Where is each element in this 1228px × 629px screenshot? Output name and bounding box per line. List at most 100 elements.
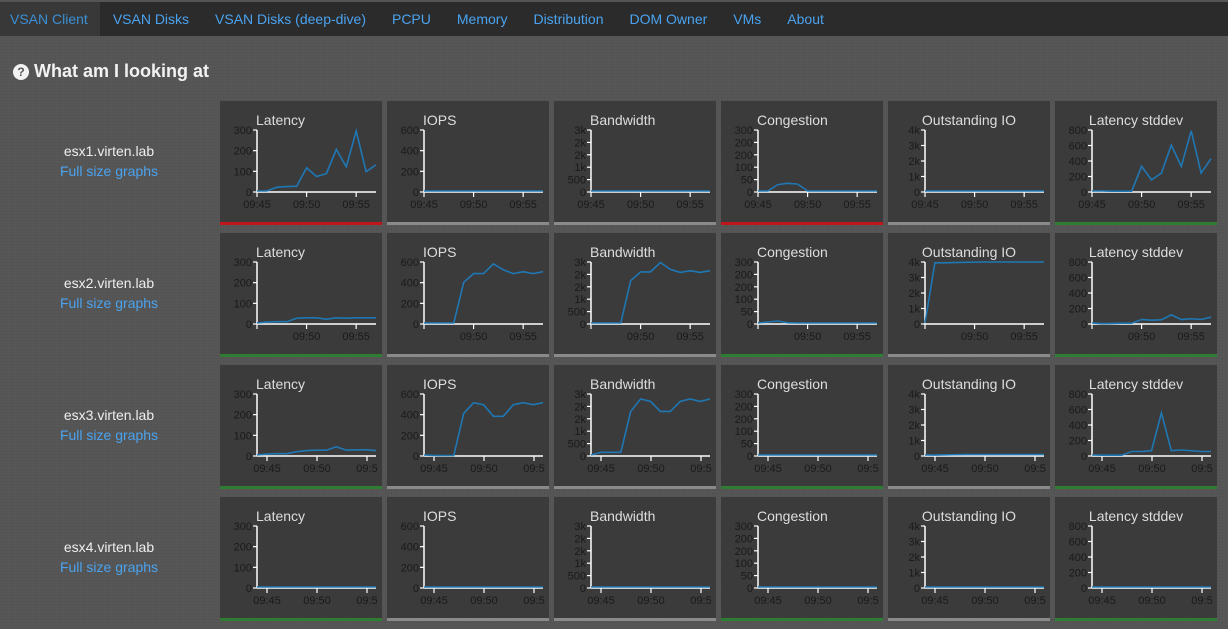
nav-pcpu[interactable]: PCPU	[379, 2, 444, 36]
x-tick-label: 09:55	[509, 331, 537, 343]
x-tick-label: 09:5	[356, 463, 377, 475]
nav-about[interactable]: About	[774, 2, 837, 36]
y-tick-label: 2k	[574, 150, 586, 162]
line-chart: 0 1k 2k 3k 4k 09:45 09:50 09:5	[908, 521, 1045, 607]
x-tick-label: 09:45	[744, 199, 772, 211]
y-tick-label: 4k	[908, 257, 920, 269]
nav-dom-owner[interactable]: DOM Owner	[616, 2, 720, 36]
chart-panel-latency-stddev[interactable]: Latency stddev 0 200 400 600 800 09:50 09:55	[1055, 233, 1217, 357]
y-tick-label: 2k	[908, 420, 920, 432]
data-series-line	[256, 445, 377, 456]
y-tick-label: 600	[1069, 537, 1087, 549]
chart-panel-iops[interactable]: IOPS 0 200 400 600 09:50 09:55	[387, 233, 549, 357]
x-tick-label: 09:55	[1010, 331, 1038, 343]
y-tick-label: 3k	[574, 125, 586, 137]
x-tick-label: 09:55	[1010, 199, 1038, 211]
chart-panel-outstanding-io[interactable]: Outstanding IO 0 1k 2k 3k 4k 09:45 09:50 09:5	[888, 365, 1050, 489]
line-chart: 05010020020030009:45 09:50 09:5	[735, 389, 879, 475]
y-tick-label: 0	[1081, 319, 1087, 331]
full-size-graphs-link[interactable]: Full size graphs	[0, 163, 218, 179]
full-size-graphs-link[interactable]: Full size graphs	[0, 427, 218, 443]
y-tick-label: 200	[735, 150, 753, 162]
data-series-line	[924, 261, 1044, 324]
chart-panel-latency-stddev[interactable]: Latency stddev 0 200 400 600 800 09:45 09:50 09:…	[1055, 101, 1217, 225]
status-bar-green	[220, 486, 382, 489]
y-tick-label: 50	[741, 175, 753, 187]
line-chart: 0 200 400 600 09:45 09:50 09:5	[401, 521, 545, 607]
line-chart: 0 200 400 600 800 09:50 09:55	[1069, 257, 1212, 343]
status-bar-green	[721, 618, 883, 621]
y-tick-label: 4k	[908, 521, 920, 533]
chart-panel-bandwidth[interactable]: Bandwidth 0 500 1k 2k 2k 3k 09:45 09:50 09:5	[554, 365, 716, 489]
status-bar-green	[220, 618, 382, 621]
chart-panel-latency[interactable]: Latency 0 100 200 300 09:45 09:50 09:55	[220, 101, 382, 225]
nav-vsan-disks-deep-dive[interactable]: VSAN Disks (deep-dive)	[202, 2, 379, 36]
x-tick-label: 09:55	[843, 199, 871, 211]
chart-panel-iops[interactable]: IOPS 0 200 400 600 09:45 09:50 09:55	[387, 101, 549, 225]
x-tick-label: 09:5	[690, 595, 711, 607]
full-size-graphs-link[interactable]: Full size graphs	[0, 295, 218, 311]
y-tick-label: 200	[735, 401, 753, 413]
chart-panel-latency-stddev[interactable]: Latency stddev 0 200 400 600 800 09:45 09:50 09:…	[1055, 497, 1217, 621]
line-chart: 0 1k 2k 3k 4k 09:45 09:50 09:5	[908, 389, 1045, 475]
y-tick-label: 200	[1069, 172, 1087, 184]
y-tick-label: 100	[234, 298, 252, 310]
chart-panel-outstanding-io[interactable]: Outstanding IO 0 1k 2k 3k 4k 09:45 09:50 09:5	[888, 497, 1050, 621]
y-tick-label: 400	[401, 542, 419, 554]
y-tick-label: 0	[1081, 583, 1087, 595]
y-tick-label: 400	[401, 278, 419, 290]
chart-panel-outstanding-io[interactable]: Outstanding IO 0 1k 2k 3k 4k 09:50 09:55	[888, 233, 1050, 357]
host-name: esx4.virten.lab	[63, 539, 155, 555]
x-tick-label: 09:50	[470, 463, 498, 475]
nav-memory[interactable]: Memory	[444, 2, 521, 36]
chart-panel-latency[interactable]: Latency 0 100 200 300 09:50 09:55	[220, 233, 382, 357]
y-tick-label: 0	[747, 319, 753, 331]
chart-panel-outstanding-io[interactable]: Outstanding IO 0 1k 2k 3k 4k 09:45 09:50 09:55	[888, 101, 1050, 225]
y-tick-label: 100	[234, 430, 252, 442]
x-tick-label: 09:45	[1088, 463, 1116, 475]
nav-vsan-disks[interactable]: VSAN Disks	[100, 2, 202, 36]
y-tick-label: 600	[401, 125, 419, 137]
chart-panel-congestion[interactable]: Congestion 0 50 100 200 200 300 09:45 09:50 09:5	[721, 497, 883, 621]
x-tick-label: 09:45	[921, 463, 949, 475]
chart-panel-iops[interactable]: IOPS 0 200 400 600 09:45 09:50 09:5	[387, 365, 549, 489]
chart-panel-bandwidth[interactable]: Bandwidth 0 500 1k 2k 2k 3k 09:45 09:50 09:5	[554, 497, 716, 621]
line-chart: 0 200 400 600 800 09:45 09:50 09:5	[1069, 389, 1213, 475]
chart-panel-bandwidth[interactable]: Bandwidth 0 500 1k 2k 2k 3k 09:50 09:55	[554, 233, 716, 357]
nav-vms[interactable]: VMs	[720, 2, 774, 36]
y-tick-label: 200	[735, 414, 753, 426]
line-chart: 05001k2k2k3k09:45 09:50 09:5	[568, 389, 712, 475]
question-circle-icon: ?	[13, 63, 29, 80]
x-tick-label: 09:50	[804, 463, 832, 475]
chart-panel-latency[interactable]: Latency 0 100 200 300 09:45 09:50 09:5	[220, 497, 382, 621]
y-tick-label: 200	[234, 542, 252, 554]
chart-panel-latency-stddev[interactable]: Latency stddev 0 200 400 600 800 09:45 09:50 09:…	[1055, 365, 1217, 489]
x-tick-label: 09:45	[587, 595, 615, 607]
chart-panel-congestion[interactable]: Congestion 0 50 100 200 200 300 09:45 09:50 09:55	[721, 101, 883, 225]
data-series-line	[256, 316, 376, 324]
x-tick-label: 09:45	[410, 199, 438, 211]
y-tick-label: 200	[401, 430, 419, 442]
x-tick-label: 09:5	[1024, 463, 1045, 475]
chart-panel-congestion[interactable]: Congestion 0 50 100 200 200 300 09:45 09:50 09:5	[721, 365, 883, 489]
full-size-graphs-link[interactable]: Full size graphs	[0, 559, 218, 575]
x-tick-label: 09:45	[243, 199, 271, 211]
data-series-line	[758, 182, 877, 192]
y-tick-label: 400	[1069, 420, 1087, 432]
chart-panel-congestion[interactable]: Congestion 0 50 100 200 200 300 09:50 09:55	[721, 233, 883, 357]
y-tick-label: 600	[1069, 405, 1087, 417]
x-tick-label: 09:50	[637, 595, 665, 607]
status-bar-green	[1055, 354, 1217, 357]
nav-vsan-client[interactable]: VSAN Client	[0, 2, 100, 36]
host-name: esx2.virten.lab	[63, 275, 155, 291]
line-chart: 05010020020030009:45 09:50 09:5	[735, 521, 879, 607]
help-toggle[interactable]: ? What am I looking at	[13, 61, 209, 82]
chart-panel-latency[interactable]: Latency 0 100 200 300 09:45 09:50 09:5	[220, 365, 382, 489]
y-tick-label: 2k	[574, 414, 586, 426]
line-chart: 0 1k 2k 3k 4k 09:50 09:55	[908, 257, 1044, 343]
nav-distribution[interactable]: Distribution	[520, 2, 616, 36]
line-chart: 05010020020030009:50 09:55	[735, 257, 877, 343]
chart-panel-iops[interactable]: IOPS 0 200 400 600 09:45 09:50 09:5	[387, 497, 549, 621]
chart-panel-bandwidth[interactable]: Bandwidth 0 500 1k 2k 2k 3k 09:45 09:50 09:55	[554, 101, 716, 225]
status-bar-gray	[888, 354, 1050, 357]
